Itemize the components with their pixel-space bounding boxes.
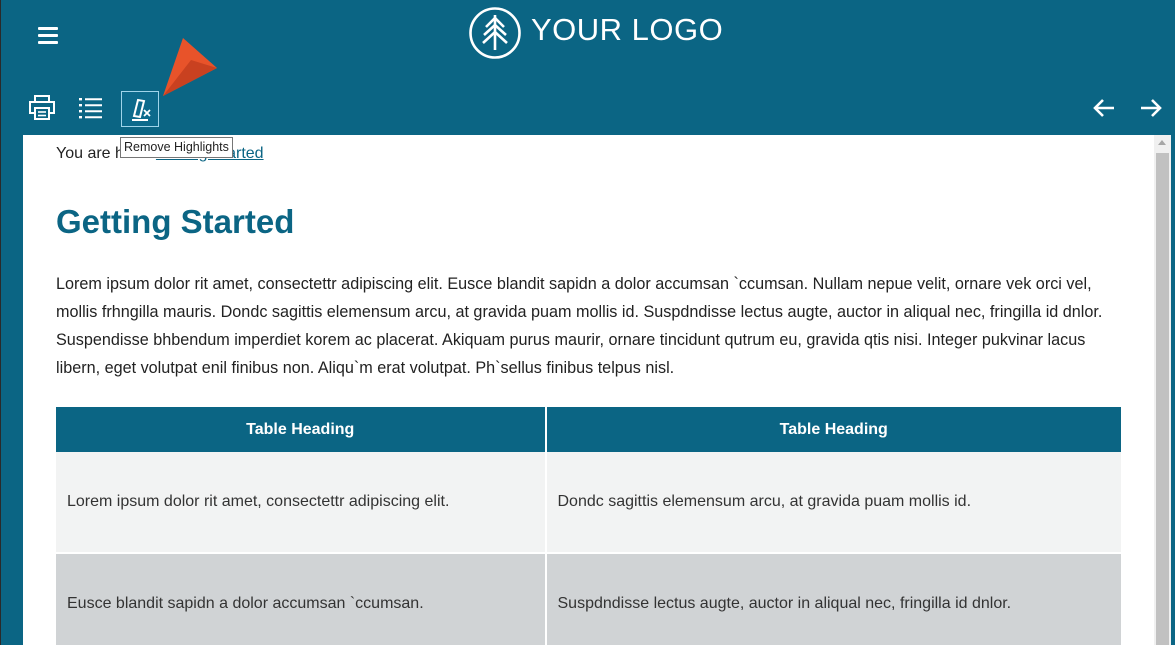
scroll-up-icon[interactable] — [1158, 140, 1166, 145]
remove-highlights-button[interactable] — [121, 91, 159, 127]
printer-icon — [29, 95, 55, 120]
table-cell: Suspdndisse lectus augte, auctor in aliq… — [545, 552, 1121, 645]
topic-content: You are here: Getting Started Getting St… — [23, 135, 1154, 645]
tree-logo-icon — [469, 7, 521, 59]
page-title: Getting Started — [56, 203, 295, 240]
list-icon — [79, 98, 102, 119]
table-header-row: Table Heading Table Heading — [56, 407, 1121, 452]
table-row: Eusce blandit sapidn a dolor accumsan `c… — [56, 552, 1121, 645]
logo-text: YOUR LOGO — [531, 12, 724, 47]
next-topic-button[interactable] — [1138, 93, 1164, 123]
scroll-thumb[interactable] — [1156, 153, 1169, 645]
arrow-left-icon — [1093, 99, 1114, 117]
print-button[interactable] — [27, 93, 57, 123]
vertical-scrollbar[interactable] — [1154, 135, 1171, 645]
table-cell: Lorem ipsum dolor rit amet, consectettr … — [56, 452, 547, 553]
remove-highlight-icon — [132, 98, 151, 121]
table-row: Lorem ipsum dolor rit amet, consectettr … — [56, 452, 1121, 553]
menu-icon[interactable] — [38, 27, 58, 45]
arrow-right-icon — [1141, 99, 1162, 117]
table-heading: Table Heading — [545, 407, 1121, 452]
toc-button[interactable] — [76, 93, 106, 123]
pointer-arrow-icon — [163, 38, 217, 96]
table-cell: Dondc sagittis elemensum arcu, at gravid… — [545, 452, 1121, 553]
tooltip: Remove Highlights — [120, 137, 233, 158]
body-paragraph: Lorem ipsum dolor rit amet, consectettr … — [56, 275, 1103, 377]
table-cell: Eusce blandit sapidn a dolor accumsan `c… — [56, 552, 547, 645]
app-frame: YOUR LOGO You are here: Started Getting … — [0, 0, 1175, 645]
logo[interactable]: YOUR LOGO — [467, 5, 723, 61]
content-table: Table Heading Table Heading Lorem ipsum … — [56, 407, 1121, 645]
previous-topic-button[interactable] — [1091, 93, 1117, 123]
table-heading: Table Heading — [56, 407, 547, 452]
